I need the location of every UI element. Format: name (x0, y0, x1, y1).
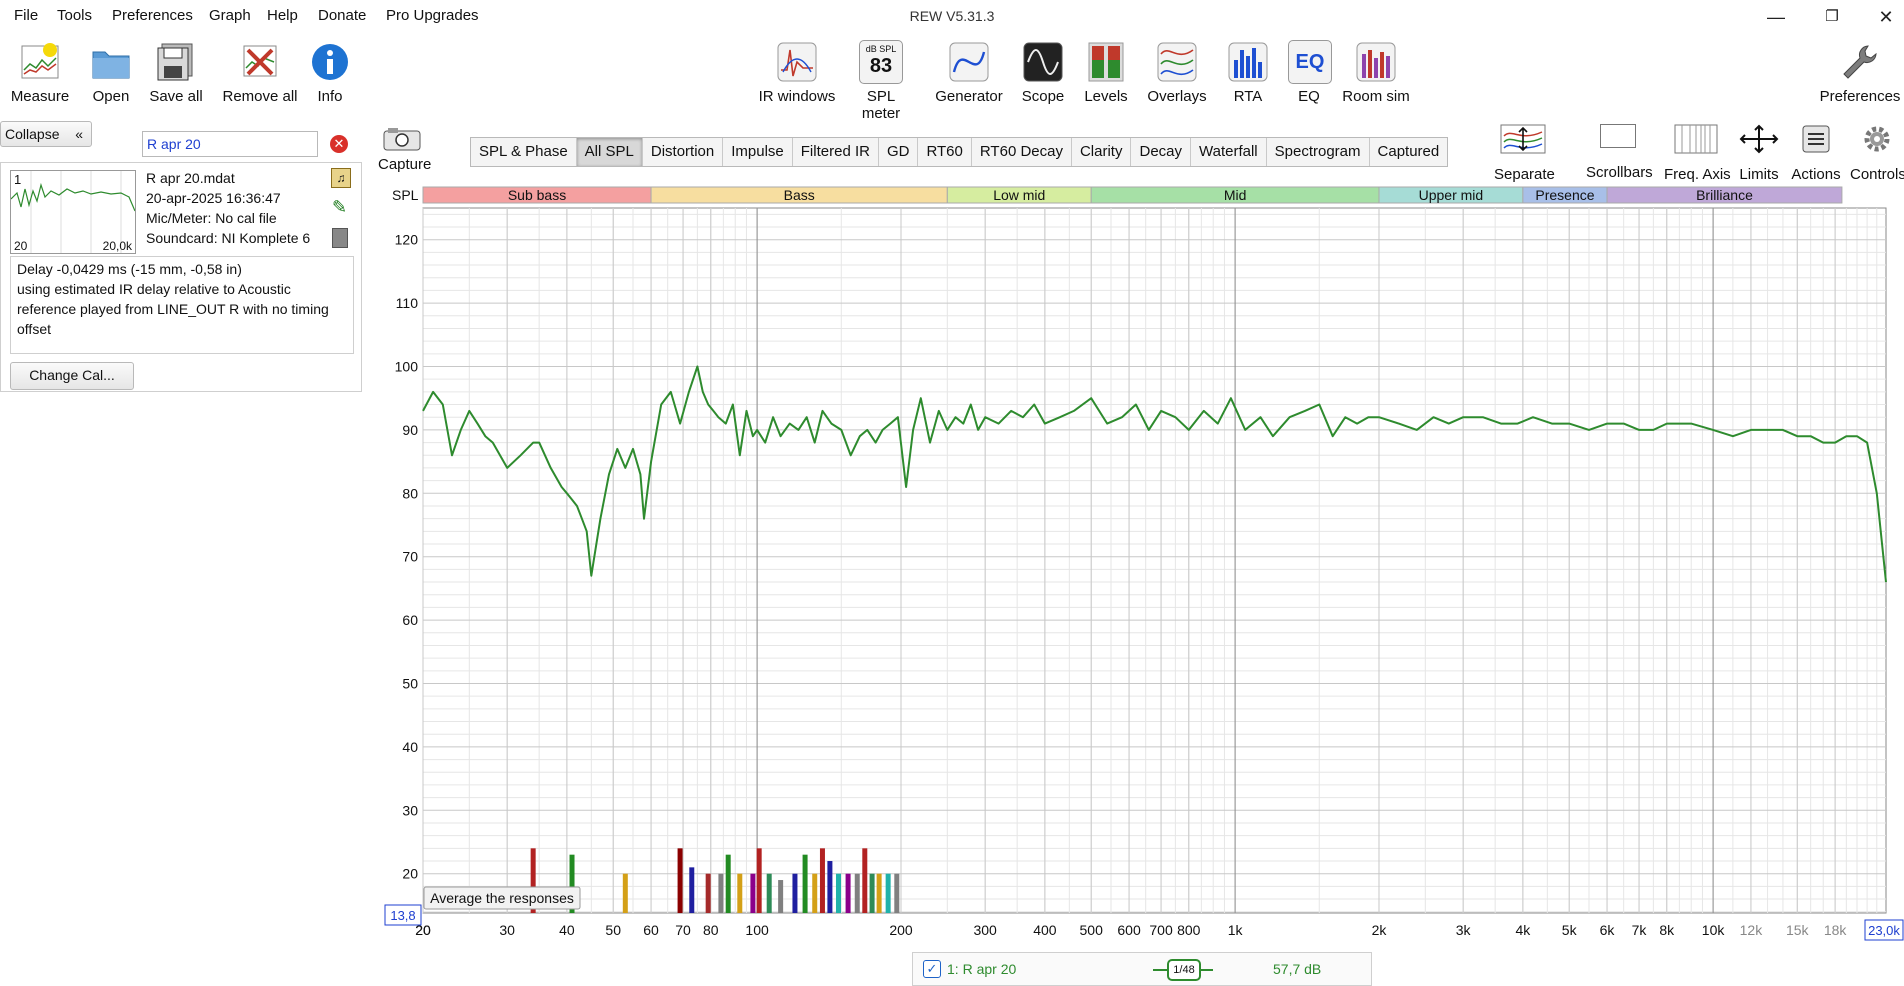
y-tick-label: 20 (402, 866, 418, 882)
average-bar (725, 854, 731, 913)
y-min-label[interactable]: 13,8 (390, 908, 415, 923)
x-tick-label: 8k (1659, 922, 1675, 938)
x-tick-label: 3k (1456, 922, 1472, 938)
x-tick-label: 10k (1702, 922, 1726, 938)
x-tick-label: 50 (605, 922, 621, 938)
average-bar (869, 873, 875, 913)
smoothing-indicator[interactable]: 1/48 (1153, 959, 1213, 981)
x-tick-label: 60 (643, 922, 659, 938)
average-bar (766, 873, 772, 913)
x-tick-label: 6k (1600, 922, 1616, 938)
band-label: Mid (1224, 187, 1247, 203)
x-tick-label: 80 (703, 922, 719, 938)
average-bar (812, 873, 818, 913)
x-tick-label: 2k (1372, 922, 1388, 938)
average-bar (854, 873, 860, 913)
x-tick-label: 200 (889, 922, 913, 938)
average-bar (792, 873, 798, 913)
band-label: Low mid (993, 187, 1045, 203)
y-axis-title: SPL (392, 187, 419, 203)
band-label: Presence (1535, 187, 1594, 203)
legend-measurement-name: 1: R apr 20 (947, 961, 1017, 977)
average-bar (705, 873, 711, 913)
average-bar (802, 854, 808, 913)
x-tick-label: 70 (675, 922, 691, 938)
x-tick-label: 5k (1562, 922, 1578, 938)
measurement-visible-checkbox[interactable]: ✓ (923, 960, 941, 978)
legend-offset: 57,7 dB (1273, 961, 1322, 977)
y-tick-label: 50 (402, 675, 418, 691)
average-bar (737, 873, 743, 913)
average-bar (862, 848, 868, 913)
average-bar (622, 873, 628, 913)
x-tick-label: 100 (745, 922, 769, 938)
y-tick-label: 80 (402, 485, 418, 501)
x-tick-label: 40 (559, 922, 575, 938)
x-tick-label: 700 (1149, 922, 1173, 938)
y-tick-label: 70 (402, 549, 418, 565)
average-bar (885, 873, 891, 913)
average-bar (756, 848, 762, 913)
x-tick-label: 500 (1080, 922, 1104, 938)
graph-legend: ✓ 1: R apr 20 1/48 57,7 dB (912, 952, 1372, 986)
average-bar (835, 873, 841, 913)
y-tick-label: 30 (402, 802, 418, 818)
average-responses-label[interactable]: Average the responses (430, 890, 574, 906)
x-tick-label: 300 (973, 922, 997, 938)
x-tick-label: 15k (1786, 922, 1810, 938)
x-tick-label: 7k (1632, 922, 1648, 938)
x-tick-label: 4k (1515, 922, 1531, 938)
y-tick-label: 110 (396, 295, 419, 311)
average-bar (718, 873, 724, 913)
y-tick-label: 60 (402, 612, 418, 628)
smoothing-value: 1/48 (1167, 959, 1201, 981)
average-bar (876, 873, 882, 913)
x-tick-label: 30 (499, 922, 515, 938)
x-tick-label: 800 (1177, 922, 1201, 938)
average-bar (750, 873, 756, 913)
band-label: Sub bass (508, 187, 566, 203)
average-bar (778, 880, 784, 913)
band-label: Upper mid (1419, 187, 1484, 203)
y-tick-label: 100 (395, 358, 419, 374)
x-tick-label: 12k (1740, 922, 1764, 938)
average-bar (689, 867, 695, 913)
x-tick-label: 18k (1824, 922, 1848, 938)
x-min-label[interactable]: 20 (415, 922, 431, 938)
average-bar (819, 848, 825, 913)
average-bar (677, 848, 683, 913)
x-tick-label: 400 (1033, 922, 1057, 938)
band-label: Brilliance (1696, 187, 1753, 203)
x-tick-label: 600 (1117, 922, 1141, 938)
x-max-label[interactable]: 23,0k (1868, 923, 1900, 938)
band-label: Bass (784, 187, 815, 203)
y-tick-label: 90 (402, 422, 418, 438)
average-bar (827, 861, 833, 913)
y-tick-label: 40 (402, 739, 418, 755)
spl-graph[interactable]: Sub bass Bass Low mid Mid Upper mid Presence B… (0, 0, 1904, 984)
average-bar (845, 873, 851, 913)
y-tick-label: 120 (395, 232, 419, 248)
average-bar (894, 873, 900, 913)
x-tick-label: 1k (1228, 922, 1244, 938)
